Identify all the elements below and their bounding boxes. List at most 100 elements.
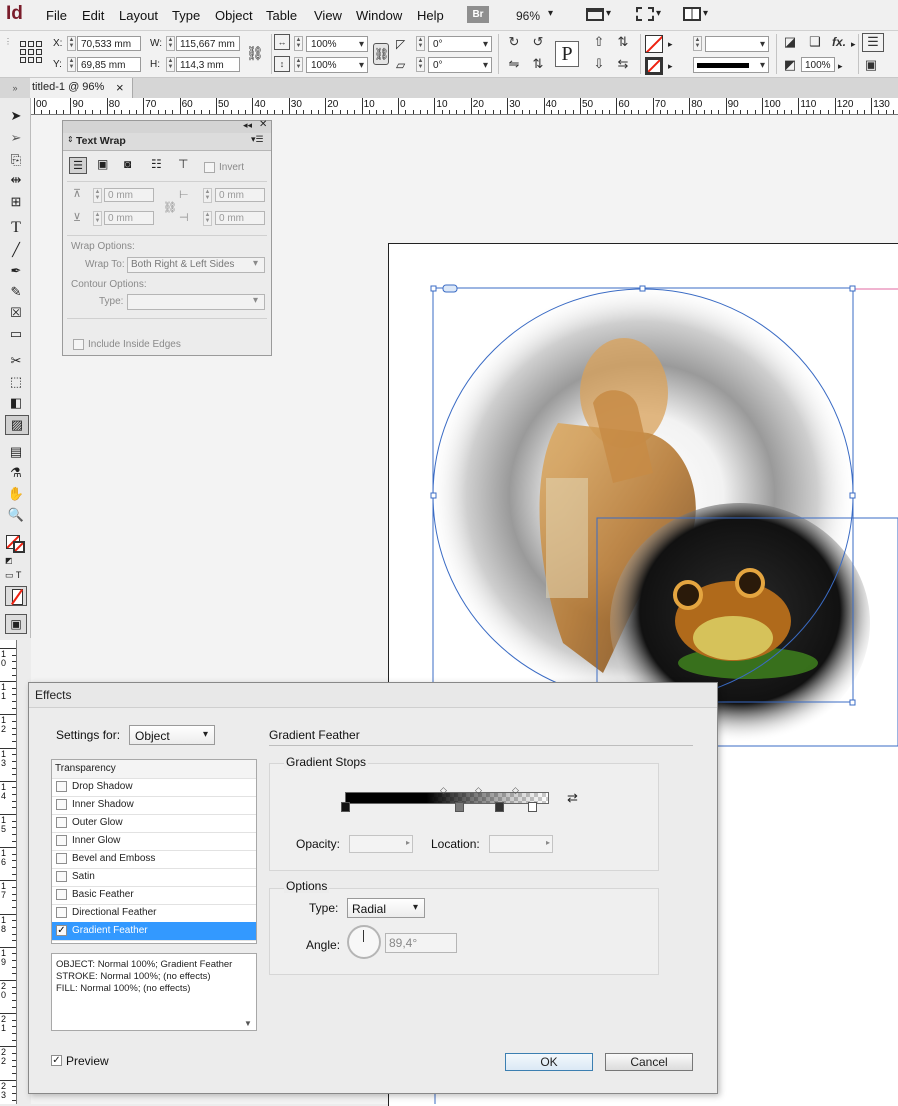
select-next-icon[interactable]: ⇆	[614, 55, 632, 73]
w-field[interactable]: 115,667 mm	[176, 36, 240, 51]
ok-button[interactable]: OK	[505, 1053, 593, 1071]
rotate-ccw-icon[interactable]: ↺	[529, 33, 547, 51]
horizontal-ruler[interactable]: 00 90 80 70 60 50 40 30 20 10 0 10 20 30 40 50 60 70 80 90 1…	[30, 98, 898, 115]
gradient-stop[interactable]	[528, 802, 537, 812]
effect-row-gradient-feather[interactable]: ✓ Gradient Feather	[52, 922, 256, 941]
shadow-settings-icon[interactable]: ❑	[806, 33, 824, 51]
view-options-icon[interactable]	[586, 8, 604, 21]
effect-row-satin[interactable]: Satin	[52, 868, 256, 887]
gap-tool-icon[interactable]: ⇹	[5, 171, 27, 189]
direct-selection-tool-icon[interactable]: ➢	[5, 129, 27, 147]
chevron-right-icon[interactable]: ▸	[668, 61, 673, 72]
page-tool-icon[interactable]: ⎘	[5, 151, 27, 169]
menu-help[interactable]: Help	[417, 8, 444, 23]
right-offset-spinner[interactable]: ▲ ▼	[203, 211, 212, 226]
opacity-field[interactable]: ▸	[349, 835, 413, 853]
line-tool-icon[interactable]: ╱	[5, 241, 27, 259]
screen-mode-icon[interactable]	[636, 7, 654, 21]
menu-layout[interactable]: Layout	[119, 8, 158, 23]
rotate-cw-icon[interactable]: ↻	[505, 33, 523, 51]
panel-grip-bar[interactable]: ◂◂ ✕	[63, 119, 271, 133]
y-field[interactable]: 69,85 mm	[77, 57, 141, 72]
jump-object-icon[interactable]: ☷	[151, 157, 162, 171]
gradient-feather-checkbox[interactable]: ✓	[56, 925, 67, 936]
effect-row-inner-shadow[interactable]: Inner Shadow	[52, 796, 256, 815]
default-colors-icon[interactable]: ◩	[5, 556, 13, 565]
wrap-bounding-box-icon[interactable]: ▣	[97, 157, 108, 171]
effect-row-directional-feather[interactable]: Directional Feather	[52, 904, 256, 923]
stroke-weight-spinner[interactable]: ▲ ▼	[693, 36, 702, 51]
link-icon[interactable]	[442, 284, 458, 293]
constrain-scale-icon[interactable]: ⛓	[373, 43, 389, 65]
screen-mode-tool-icon[interactable]: ▣	[5, 614, 27, 634]
hand-tool-icon[interactable]: ✋	[5, 485, 27, 503]
invert-checkbox[interactable]	[204, 162, 215, 173]
drop-shadow-icon[interactable]: ◪	[781, 33, 799, 51]
no-wrap-icon[interactable]: ☰	[69, 157, 87, 174]
effect-row-drop-shadow[interactable]: Drop Shadow	[52, 778, 256, 797]
basic-feather-checkbox[interactable]	[56, 889, 67, 900]
cancel-button[interactable]: Cancel	[605, 1053, 693, 1071]
handle[interactable]	[849, 699, 856, 706]
bottom-offset-spinner[interactable]: ▲ ▼	[93, 211, 102, 226]
flip-vertical-icon[interactable]: ⇅	[529, 55, 547, 73]
rectangle-frame-tool-icon[interactable]: ☒	[5, 304, 27, 322]
select-previous-icon[interactable]: ⇅	[614, 33, 632, 51]
angle-dial[interactable]	[347, 925, 381, 959]
x-spinner[interactable]: ▲ ▼	[67, 36, 76, 51]
handle[interactable]	[849, 492, 856, 499]
scale-y-combo[interactable]: 100%	[306, 57, 368, 73]
menu-object[interactable]: Object	[215, 8, 253, 23]
effect-row-basic-feather[interactable]: Basic Feather	[52, 886, 256, 905]
opacity-field[interactable]: 100%	[801, 57, 835, 72]
chevron-down-icon[interactable]: ▾	[606, 8, 611, 19]
wrap-object-shape-icon[interactable]: ◙	[124, 157, 131, 171]
eyedropper-tool-icon[interactable]: ⚗	[5, 464, 27, 482]
inner-shadow-checkbox[interactable]	[56, 799, 67, 810]
shear-combo[interactable]: 0°	[428, 57, 492, 73]
stroke-weight-combo[interactable]	[705, 36, 769, 52]
drop-shadow-checkbox[interactable]	[56, 781, 67, 792]
gradient-feather-tool-icon[interactable]: ▨	[5, 415, 29, 435]
scroll-down-icon[interactable]: ▼	[244, 1018, 252, 1030]
selection-tool-icon[interactable]: ➤	[5, 107, 27, 125]
handle[interactable]	[430, 285, 437, 292]
gradient-swatch-tool-icon[interactable]: ◧	[5, 394, 27, 412]
chevron-right-icon[interactable]: ▸	[838, 61, 843, 72]
left-offset-spinner[interactable]: ▲ ▼	[203, 188, 212, 203]
midpoint-diamond-icon[interactable]: ◇	[512, 785, 519, 796]
handle[interactable]	[849, 285, 856, 292]
collapse-tools-icon[interactable]: »	[0, 78, 30, 98]
wrap-to-dropdown[interactable]: Both Right & Left Sides	[127, 257, 265, 273]
formatting-container-icon[interactable]: ▭ T	[5, 570, 21, 581]
rotate-combo[interactable]: 0°	[428, 36, 492, 52]
menu-type[interactable]: Type	[172, 8, 200, 23]
left-offset-field[interactable]: 0 mm	[215, 188, 265, 202]
constrain-proportions-icon[interactable]: ⛓	[246, 45, 264, 62]
fx-icon[interactable]: fx.	[830, 33, 848, 51]
outer-glow-checkbox[interactable]	[56, 817, 67, 828]
rotate-spinner[interactable]: ▲ ▼	[416, 36, 425, 51]
chevron-down-icon[interactable]: ▾	[253, 295, 258, 306]
vertical-ruler[interactable]: 10 11 12 13 14 15 16 17 18 19 20 21 22 23	[0, 640, 17, 1104]
document-tab[interactable]: titled-1 @ 96% ×	[30, 78, 133, 98]
chevron-down-icon[interactable]: ▾	[548, 8, 553, 19]
handle[interactable]	[430, 492, 437, 499]
menu-view[interactable]: View	[314, 8, 342, 23]
expand-icon[interactable]: ⇕	[67, 135, 74, 144]
reverse-gradient-icon[interactable]: ⇄	[567, 790, 578, 806]
preview-checkbox[interactable]: ✓	[51, 1055, 62, 1066]
chevron-down-icon[interactable]: ▾	[656, 8, 661, 19]
free-transform-tool-icon[interactable]: ⬚	[5, 373, 27, 391]
gradient-stop[interactable]	[341, 802, 350, 812]
directional-feather-checkbox[interactable]	[56, 907, 67, 918]
handle[interactable]	[639, 285, 646, 292]
collapse-icon[interactable]: ◂◂	[243, 120, 252, 131]
satin-checkbox[interactable]	[56, 871, 67, 882]
chevron-right-icon[interactable]: ▸	[851, 39, 856, 50]
include-inside-edges-checkbox[interactable]	[73, 339, 84, 350]
top-offset-field[interactable]: 0 mm	[104, 188, 154, 202]
apply-none-icon[interactable]	[5, 586, 27, 606]
effect-row-inner-glow[interactable]: Inner Glow	[52, 832, 256, 851]
panel-title-bar[interactable]: ⇕ Text Wrap ▾☰	[63, 133, 271, 151]
